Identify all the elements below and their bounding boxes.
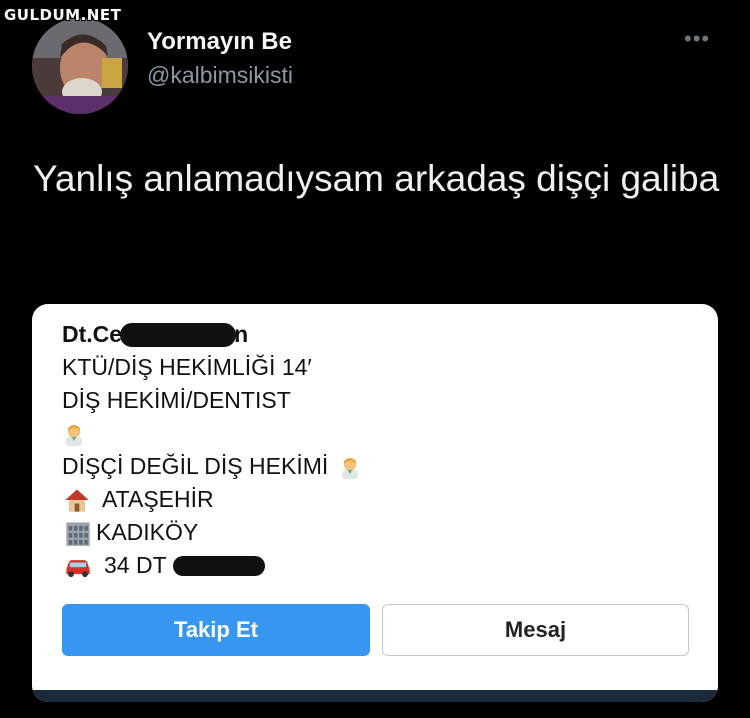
redaction-mark bbox=[120, 322, 237, 347]
car-icon bbox=[66, 559, 90, 577]
user-avatar[interactable] bbox=[32, 18, 128, 114]
bio-slogan-text: DİŞÇİ DEĞİL DİŞ HEKİMİ bbox=[62, 453, 329, 479]
follow-button[interactable]: Takip Et bbox=[62, 604, 370, 656]
bio-line-emoji bbox=[62, 417, 372, 450]
bio-line-profession: DİŞ HEKİMİ/DENTIST bbox=[62, 387, 291, 413]
profile-name-prefix: Dt.Ce bbox=[62, 321, 123, 347]
house-icon bbox=[65, 489, 89, 512]
office-building-icon bbox=[66, 522, 90, 546]
dentist-emoji-icon bbox=[66, 424, 82, 446]
bio-line-district-2: KADIKÖY bbox=[62, 516, 372, 549]
card-bottom-edge bbox=[32, 690, 718, 702]
bio-line-slogan: DİŞÇİ DEĞİL DİŞ HEKİMİ bbox=[62, 450, 372, 483]
bio-plate-text: 34 DT bbox=[104, 552, 167, 578]
message-button[interactable]: Mesaj bbox=[382, 604, 689, 656]
bio-line-school: KTÜ/DİŞ HEKİMLİĞİ 14′ bbox=[62, 354, 312, 380]
profile-bio: Dt.Ce n KTÜ/DİŞ HEKİMLİĞİ 14′ DİŞ HEKİMİ/… bbox=[62, 318, 372, 582]
user-handle[interactable]: @kalbimsikisti bbox=[147, 62, 293, 89]
profile-name: Dt.Ce n bbox=[62, 318, 372, 351]
bio-line-plate: 34 DT bbox=[62, 549, 372, 582]
site-watermark: GULDUM.NET bbox=[4, 6, 122, 24]
user-display-name[interactable]: Yormayın Be bbox=[147, 28, 292, 56]
profile-name-suffix: n bbox=[234, 321, 249, 347]
bio-district-2-text: KADIKÖY bbox=[96, 519, 199, 545]
more-options-icon[interactable]: ••• bbox=[684, 26, 710, 52]
bio-district-1-text: ATAŞEHİR bbox=[102, 486, 214, 512]
dentist-emoji-icon bbox=[342, 457, 359, 479]
embedded-profile-screenshot: Dt.Ce n KTÜ/DİŞ HEKİMLİĞİ 14′ DİŞ HEKİMİ/… bbox=[32, 304, 718, 702]
bio-line-district-1: ATAŞEHİR bbox=[62, 483, 372, 516]
tweet-text: Yanlış anlamadıysam arkadaş dişçi galiba bbox=[33, 158, 720, 199]
redaction-mark bbox=[172, 555, 265, 576]
